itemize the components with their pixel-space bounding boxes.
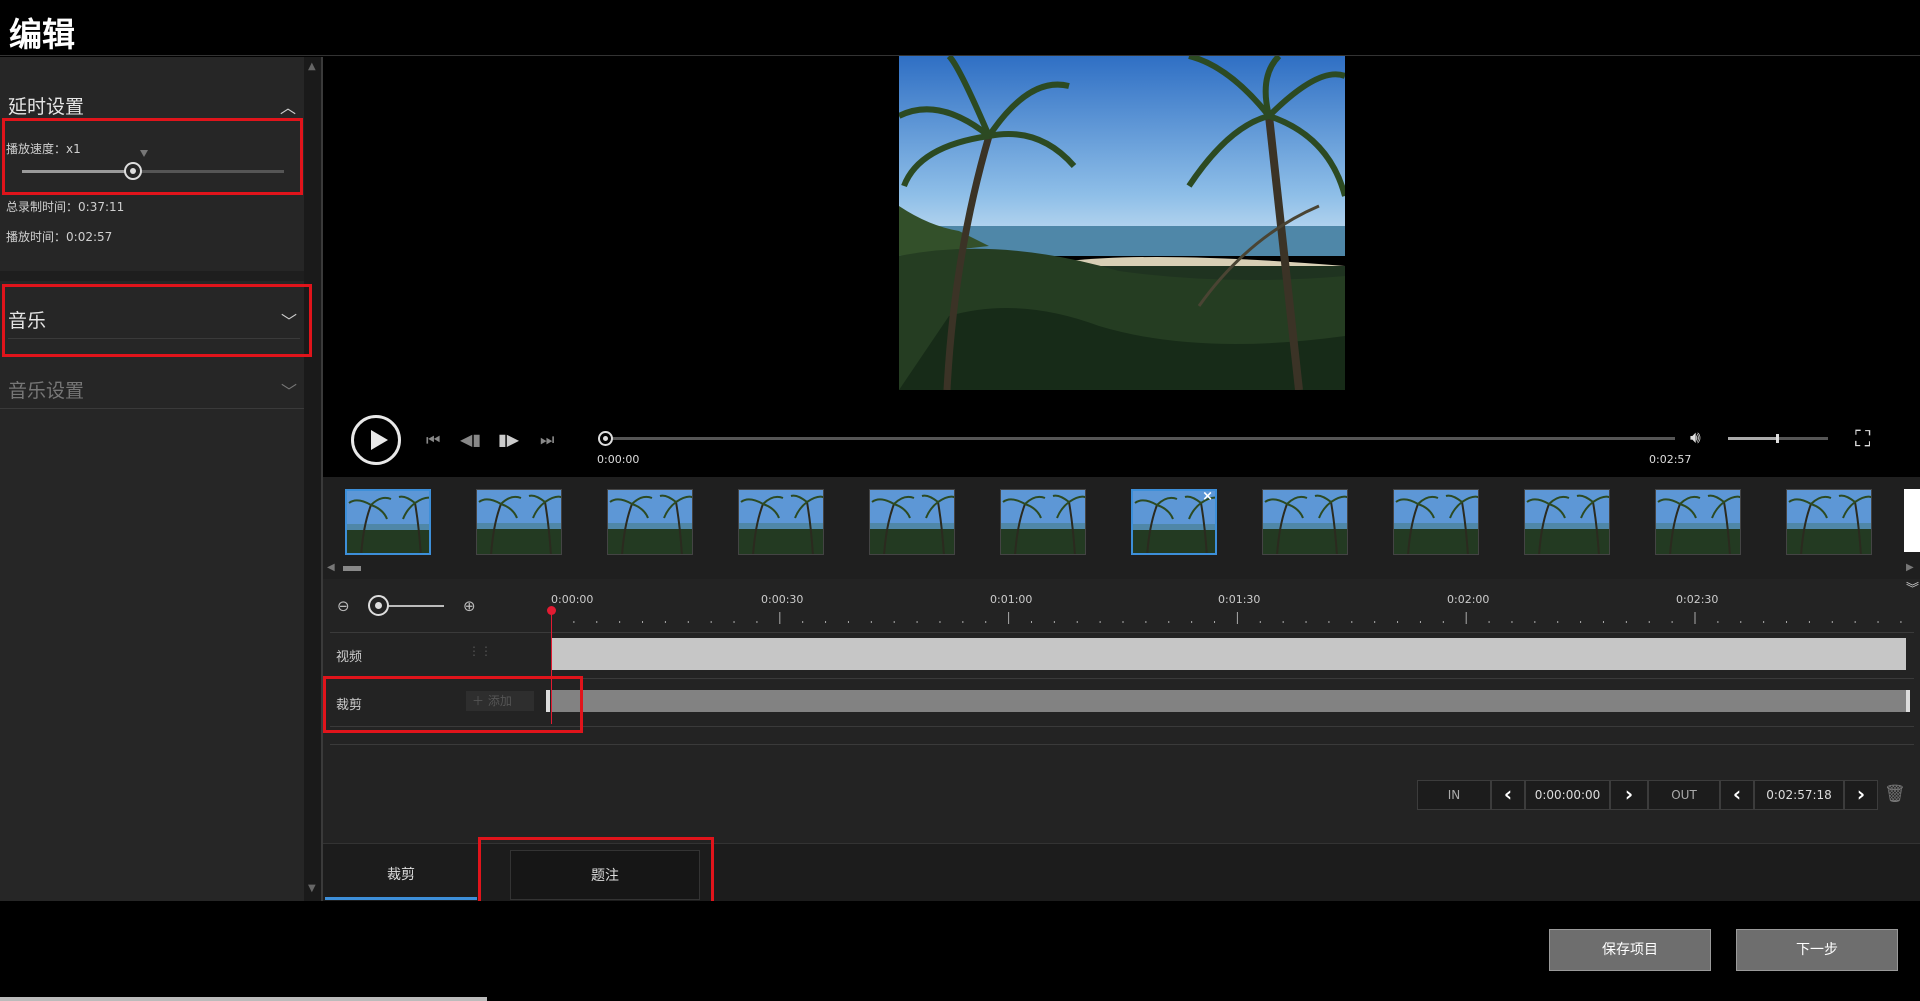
thumbnail[interactable] <box>1000 489 1086 555</box>
total-time: 0:02:57 <box>1649 453 1692 466</box>
current-time: 0:00:00 <box>597 453 640 466</box>
volume-handle[interactable] <box>1776 434 1779 443</box>
out-prev-button[interactable]: ‹ <box>1720 780 1754 810</box>
trash-icon[interactable]: 🗑︎ <box>1884 784 1906 804</box>
skip-to-end-icon[interactable]: ⏭ <box>540 430 554 450</box>
highlight-music-box <box>2 284 312 357</box>
thumbnail[interactable] <box>869 489 955 555</box>
zoom-in-icon[interactable]: ⊕ <box>463 597 476 615</box>
drag-handle-icon[interactable]: ⋮⋮ <box>468 644 492 658</box>
thumbnail[interactable]: × <box>1131 489 1217 555</box>
volume-fill <box>1728 437 1778 440</box>
step-forward-icon[interactable]: ▮▶ <box>498 430 519 449</box>
in-prev-button[interactable]: ‹ <box>1491 780 1525 810</box>
preview-image <box>899 56 1345 390</box>
music-settings-section-title[interactable]: 音乐设置 <box>8 376 84 403</box>
close-icon[interactable]: × <box>1202 491 1213 504</box>
out-label: OUT <box>1648 780 1720 810</box>
clip-track-bar[interactable] <box>552 690 1906 712</box>
ruler-label: 0:00:30 <box>761 593 804 606</box>
highlight-clip-box <box>323 676 583 733</box>
track-divider <box>330 632 1914 633</box>
scroll-down-icon[interactable]: ▼ <box>308 883 316 894</box>
thumbnail-strip: × <box>323 477 1920 579</box>
thumbnail[interactable] <box>607 489 693 555</box>
title-bar: 编辑 <box>0 0 1920 56</box>
ruler-label: 0:02:30 <box>1676 593 1719 606</box>
chevron-down-icon[interactable]: ﹀ <box>281 378 297 402</box>
section-gap <box>0 271 304 281</box>
thumbnail[interactable] <box>1786 489 1872 555</box>
settings-scrollbar[interactable]: ▲ ▼ <box>304 57 321 901</box>
play-button[interactable] <box>351 415 401 465</box>
chevron-up-icon[interactable]: ︿ <box>280 94 296 118</box>
volume-icon[interactable]: 🔊︎ <box>1690 428 1701 448</box>
save-project-button[interactable]: 保存项目 <box>1549 929 1711 971</box>
fullscreen-icon[interactable]: ⛶ <box>1855 427 1870 452</box>
strip-scroll-left-icon[interactable]: ◀ <box>327 562 335 573</box>
track-divider <box>330 744 1914 745</box>
next-step-button[interactable]: 下一步 <box>1736 929 1898 971</box>
clip-out-handle[interactable] <box>1906 690 1910 712</box>
skip-to-start-icon[interactable]: ⏮ <box>426 430 440 450</box>
ruler-label: 0:02:00 <box>1447 593 1490 606</box>
zoom-slider[interactable] <box>380 605 444 607</box>
video-track-label: 视频 <box>336 650 363 665</box>
double-chevron-down-icon[interactable]: ︾ <box>1906 578 1919 597</box>
thumbnail[interactable] <box>738 489 824 555</box>
scroll-up-icon[interactable]: ▲ <box>308 61 316 72</box>
thumbnail[interactable] <box>345 489 431 555</box>
playback-progress-bar[interactable] <box>606 437 1675 440</box>
in-next-button[interactable]: › <box>1610 780 1648 810</box>
ruler-label: 0:01:00 <box>990 593 1033 606</box>
zoom-handle[interactable] <box>368 595 389 616</box>
strip-scrollbar[interactable] <box>343 566 361 571</box>
play-time: 播放时间：0:02:57 <box>6 230 113 244</box>
out-next-button[interactable]: › <box>1844 780 1878 810</box>
thumbnail-partial[interactable] <box>1904 489 1920 552</box>
playback-handle[interactable] <box>598 431 613 446</box>
zoom-out-icon[interactable]: ⊖ <box>337 597 350 615</box>
timelapse-section-title[interactable]: 延时设置 <box>8 92 84 119</box>
thumbnail[interactable] <box>1262 489 1348 555</box>
taskbar-strip <box>0 997 487 1001</box>
strip-scroll-right-icon[interactable]: ▶ <box>1906 562 1914 573</box>
ruler-label: 0:00:00 <box>551 593 594 606</box>
tab-crop[interactable]: 裁剪 <box>325 850 477 900</box>
thumbnail[interactable] <box>1524 489 1610 555</box>
time-ruler[interactable] <box>551 612 1907 626</box>
thumbnail[interactable] <box>1655 489 1741 555</box>
thumbnail[interactable] <box>1393 489 1479 555</box>
window-title: 编辑 <box>9 15 75 54</box>
ruler-label: 0:01:30 <box>1218 593 1261 606</box>
video-track-bar[interactable] <box>552 638 1906 670</box>
highlight-caption-tab <box>478 837 714 907</box>
highlight-speed-box <box>2 118 303 195</box>
out-timecode[interactable]: 0:02:57:18 <box>1754 780 1844 810</box>
step-back-icon[interactable]: ◀▮ <box>460 430 481 449</box>
music-settings-divider <box>0 408 304 409</box>
in-label: IN <box>1417 780 1491 810</box>
in-timecode[interactable]: 0:00:00:00 <box>1525 780 1610 810</box>
total-recording-time: 总录制时间：0:37:11 <box>6 200 125 214</box>
thumbnail[interactable] <box>476 489 562 555</box>
